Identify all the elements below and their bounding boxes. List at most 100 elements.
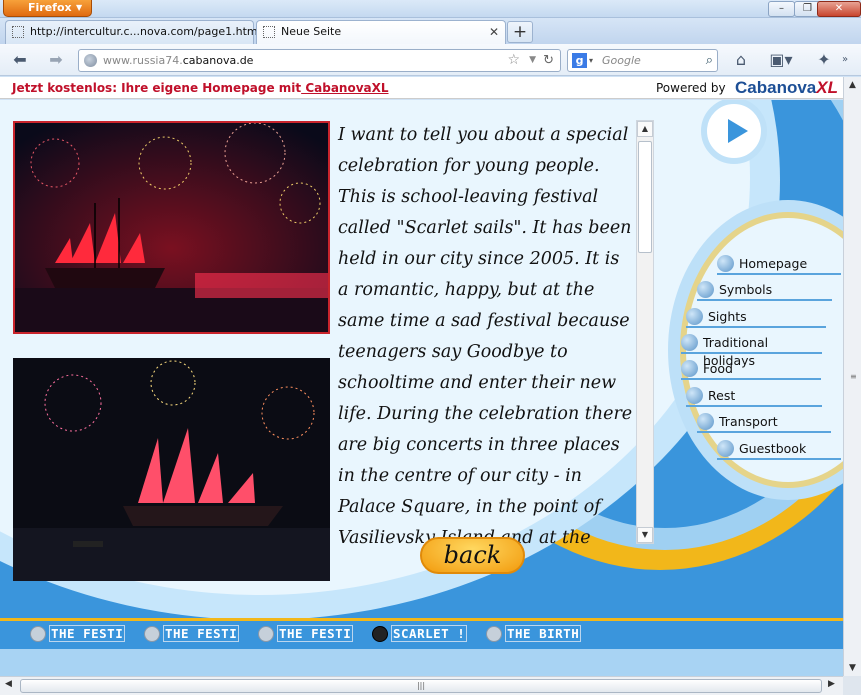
- home-icon[interactable]: ⌂: [729, 49, 753, 71]
- scroll-thumb[interactable]: [638, 141, 652, 253]
- overflow-chevron-icon[interactable]: »: [838, 49, 852, 71]
- bottom-tab-1[interactable]: THE FESTI: [30, 625, 126, 644]
- scroll-down-icon[interactable]: ▼: [637, 527, 653, 543]
- forward-arrow-icon[interactable]: ➡: [44, 49, 68, 71]
- play-icon: [728, 119, 748, 143]
- new-tab-button[interactable]: +: [507, 21, 533, 43]
- bullet-icon: [681, 360, 698, 377]
- history-dropdown-icon[interactable]: ▼: [529, 50, 536, 71]
- bookmark-star-icon[interactable]: ☆: [507, 50, 520, 71]
- bullet-icon: [686, 387, 703, 404]
- tab-strip: http://intercultur.c...nova.com/page1.ht…: [0, 18, 861, 44]
- nav-label: Rest: [708, 388, 736, 403]
- navigation-toolbar: ⬅ ➡ www.russia74.cabanova.de ☆ ▼ ↻ g ▾ G…: [0, 44, 861, 76]
- url-host: www.russia74.: [103, 54, 183, 67]
- horizontal-scroll-thumb[interactable]: |||: [20, 679, 822, 693]
- scroll-grip-icon[interactable]: ≡: [850, 372, 857, 381]
- nav-item-symbols[interactable]: Symbols: [697, 281, 832, 301]
- ship-night-image: [13, 358, 330, 581]
- nav-label: Guestbook: [739, 441, 807, 456]
- page-content: I want to tell you about a special celeb…: [0, 100, 843, 676]
- nav-label: Transport: [719, 414, 778, 429]
- bullet-icon: [686, 308, 703, 325]
- chevron-down-icon: ▼: [76, 3, 83, 12]
- nav-label: Sights: [708, 309, 747, 324]
- bullet-icon: [717, 440, 734, 457]
- engine-dropdown-icon[interactable]: ▾: [589, 50, 593, 71]
- page-favicon-icon: [263, 26, 275, 38]
- address-bar[interactable]: www.russia74.cabanova.de ☆ ▼ ↻: [78, 49, 561, 72]
- bottom-tab-5[interactable]: THE BIRTH: [486, 625, 582, 644]
- scarlet-sails-photo-2: [13, 358, 330, 581]
- search-icon[interactable]: ⌕: [706, 50, 713, 71]
- bullet-icon: [697, 413, 714, 430]
- bullet-icon: [681, 334, 698, 351]
- scroll-right-icon[interactable]: ▶: [828, 679, 835, 689]
- radio-icon: [486, 626, 502, 642]
- bottom-tab-label: THE FESTI: [277, 625, 354, 642]
- scroll-down-icon[interactable]: ▼: [846, 663, 859, 673]
- close-window-button[interactable]: ✕: [817, 1, 861, 17]
- window-titlebar: Firefox ▼ – ❐ ✕: [0, 0, 861, 18]
- nav-item-rest[interactable]: Rest: [686, 387, 822, 407]
- page-favicon-icon: [12, 26, 24, 38]
- ship-fireworks-image: [15, 123, 328, 332]
- firefox-label: Firefox: [28, 1, 72, 14]
- powered-by-label: Powered by: [656, 81, 726, 95]
- text-scrollbar[interactable]: ▲ ▼: [636, 120, 654, 544]
- nav-item-guestbook[interactable]: Guestbook: [717, 440, 841, 460]
- scroll-left-icon[interactable]: ◀: [5, 679, 12, 689]
- radio-icon: [30, 626, 46, 642]
- page-vertical-scrollbar[interactable]: ▲ ≡ ▼: [843, 77, 861, 676]
- firefox-menu-button[interactable]: Firefox ▼: [3, 0, 92, 17]
- play-button[interactable]: [701, 100, 767, 164]
- radio-icon: [258, 626, 274, 642]
- radio-icon: [144, 626, 160, 642]
- back-arrow-icon[interactable]: ⬅: [8, 49, 32, 71]
- promo-text: Jetzt kostenlos: Ihre eigene Homepage mi…: [12, 81, 389, 95]
- close-tab-icon[interactable]: ✕: [489, 21, 499, 43]
- nav-item-sights[interactable]: Sights: [686, 308, 826, 328]
- scroll-up-icon[interactable]: ▲: [637, 121, 653, 137]
- scarlet-sails-photo-1: [13, 121, 330, 334]
- bullet-icon: [697, 281, 714, 298]
- bottom-tab-label: THE FESTI: [163, 625, 240, 642]
- bookmarks-menu-icon[interactable]: ▣▾: [766, 49, 796, 71]
- nav-label: Food: [703, 361, 733, 376]
- url-domain: cabanova.de: [182, 54, 254, 67]
- bullet-icon: [717, 255, 734, 272]
- back-button[interactable]: back: [420, 537, 525, 574]
- promo-link[interactable]: CabanovaXL: [301, 81, 388, 95]
- scrollbar-corner: [843, 676, 861, 695]
- search-placeholder: Google: [602, 54, 641, 67]
- bottom-tab-4-active[interactable]: SCARLET !: [372, 625, 468, 644]
- google-engine-icon[interactable]: g: [572, 53, 587, 68]
- tab-neue-seite[interactable]: Neue Seite ✕: [256, 20, 506, 44]
- reload-icon[interactable]: ↻: [543, 50, 554, 71]
- promo-banner: Jetzt kostenlos: Ihre eigene Homepage mi…: [0, 77, 861, 99]
- bottom-tab-label: SCARLET !: [391, 625, 468, 642]
- tab-intercultur[interactable]: http://intercultur.c...nova.com/page1.ht…: [5, 20, 261, 44]
- brand-name: Cabanova: [735, 78, 817, 97]
- globe-icon: [84, 54, 97, 67]
- nav-item-traditional-holidays[interactable]: Traditional holidays: [681, 334, 822, 368]
- bottom-tab-3[interactable]: THE FESTI: [258, 625, 354, 644]
- nav-label: Homepage: [739, 256, 808, 271]
- bottom-tab-label: THE BIRTH: [505, 625, 582, 642]
- scroll-up-icon[interactable]: ▲: [846, 80, 859, 90]
- radio-selected-icon: [372, 626, 388, 642]
- bottom-tab-2[interactable]: THE FESTI: [144, 625, 240, 644]
- bottom-tab-label: THE FESTI: [49, 625, 126, 642]
- brand-suffix: XL: [816, 78, 838, 97]
- nav-item-transport[interactable]: Transport: [697, 413, 831, 433]
- nav-item-food[interactable]: Food: [681, 360, 821, 380]
- nav-item-homepage[interactable]: Homepage: [717, 255, 841, 275]
- minimize-button[interactable]: –: [768, 1, 795, 17]
- addon-icon[interactable]: ✦: [812, 49, 836, 71]
- bottom-light-band: [0, 649, 843, 676]
- promo-message: Jetzt kostenlos: Ihre eigene Homepage mi…: [12, 81, 302, 95]
- search-input[interactable]: g ▾ Google ⌕: [567, 49, 718, 72]
- cabanova-logo[interactable]: CabanovaXL: [735, 78, 838, 98]
- page-horizontal-scrollbar[interactable]: ◀ ||| ▶: [0, 676, 843, 695]
- tab-label: http://intercultur.c...nova.com/page1.ht…: [30, 25, 261, 38]
